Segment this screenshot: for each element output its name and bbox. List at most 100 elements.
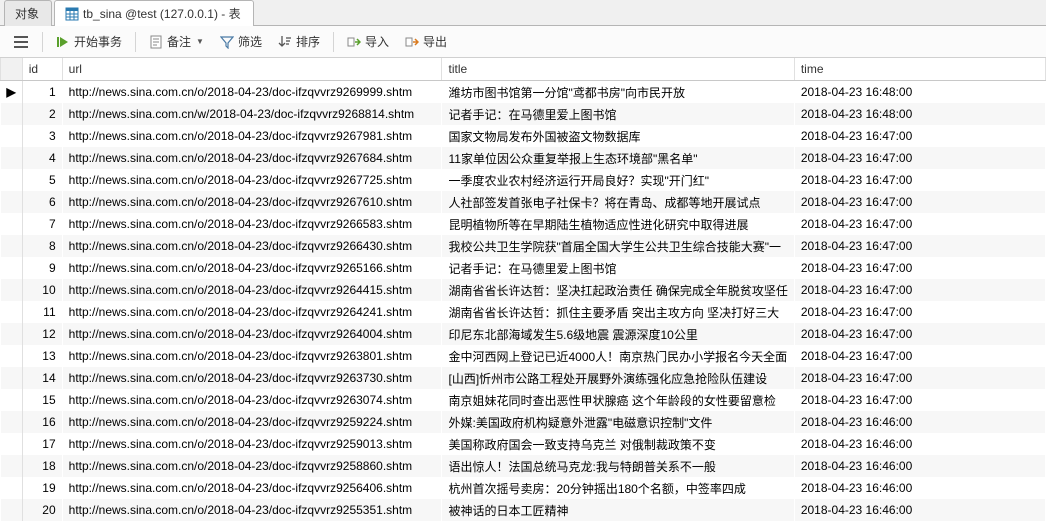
cell-url[interactable]: http://news.sina.com.cn/o/2018-04-23/doc… [62, 125, 442, 147]
cell-id[interactable]: 1 [22, 81, 62, 104]
tab-table-sina[interactable]: tb_sina @test (127.0.0.1) - 表 [54, 0, 254, 26]
cell-id[interactable]: 9 [22, 257, 62, 279]
row-selector[interactable] [1, 279, 23, 301]
cell-id[interactable]: 12 [22, 323, 62, 345]
cell-url[interactable]: http://news.sina.com.cn/o/2018-04-23/doc… [62, 477, 442, 499]
cell-title[interactable]: 11家单位因公众重复举报上生态环境部"黑名单" [442, 147, 794, 169]
cell-url[interactable]: http://news.sina.com.cn/o/2018-04-23/doc… [62, 345, 442, 367]
row-selector[interactable] [1, 213, 23, 235]
cell-time[interactable]: 2018-04-23 16:46:00 [794, 499, 1045, 521]
table-row[interactable]: 19http://news.sina.com.cn/o/2018-04-23/d… [1, 477, 1046, 499]
row-selector[interactable] [1, 191, 23, 213]
row-selector[interactable] [1, 455, 23, 477]
cell-url[interactable]: http://news.sina.com.cn/o/2018-04-23/doc… [62, 389, 442, 411]
cell-title[interactable]: 记者手记：在马德里爱上图书馆 [442, 103, 794, 125]
cell-id[interactable]: 17 [22, 433, 62, 455]
table-row[interactable]: 16http://news.sina.com.cn/o/2018-04-23/d… [1, 411, 1046, 433]
cell-id[interactable]: 7 [22, 213, 62, 235]
cell-id[interactable]: 20 [22, 499, 62, 521]
cell-id[interactable]: 16 [22, 411, 62, 433]
row-selector[interactable] [1, 345, 23, 367]
cell-id[interactable]: 6 [22, 191, 62, 213]
table-row[interactable]: 7http://news.sina.com.cn/o/2018-04-23/do… [1, 213, 1046, 235]
table-row[interactable]: 3http://news.sina.com.cn/o/2018-04-23/do… [1, 125, 1046, 147]
start-transaction-button[interactable]: 开始事务 [49, 29, 129, 54]
cell-url[interactable]: http://news.sina.com.cn/w/2018-04-23/doc… [62, 103, 442, 125]
row-selector[interactable] [1, 433, 23, 455]
row-selector[interactable] [1, 389, 23, 411]
cell-title[interactable]: 人社部签发首张电子社保卡？将在青岛、成都等地开展试点 [442, 191, 794, 213]
cell-id[interactable]: 11 [22, 301, 62, 323]
row-selector[interactable] [1, 257, 23, 279]
cell-time[interactable]: 2018-04-23 16:47:00 [794, 235, 1045, 257]
row-selector[interactable] [1, 323, 23, 345]
cell-url[interactable]: http://news.sina.com.cn/o/2018-04-23/doc… [62, 433, 442, 455]
cell-time[interactable]: 2018-04-23 16:46:00 [794, 477, 1045, 499]
cell-title[interactable]: 一季度农业农村经济运行开局良好？实现"开门红" [442, 169, 794, 191]
cell-id[interactable]: 19 [22, 477, 62, 499]
cell-title[interactable]: 我校公共卫生学院获"首届全国大学生公共卫生综合技能大赛"一 [442, 235, 794, 257]
cell-id[interactable]: 10 [22, 279, 62, 301]
cell-time[interactable]: 2018-04-23 16:47:00 [794, 323, 1045, 345]
cell-title[interactable]: [山西]忻州市公路工程处开展野外演练强化应急抢险队伍建设 [442, 367, 794, 389]
cell-url[interactable]: http://news.sina.com.cn/o/2018-04-23/doc… [62, 323, 442, 345]
table-row[interactable]: 14http://news.sina.com.cn/o/2018-04-23/d… [1, 367, 1046, 389]
sort-button[interactable]: 排序 [271, 29, 327, 54]
table-row[interactable]: 11http://news.sina.com.cn/o/2018-04-23/d… [1, 301, 1046, 323]
row-selector[interactable] [1, 477, 23, 499]
cell-url[interactable]: http://news.sina.com.cn/o/2018-04-23/doc… [62, 169, 442, 191]
table-row[interactable]: 2http://news.sina.com.cn/w/2018-04-23/do… [1, 103, 1046, 125]
cell-time[interactable]: 2018-04-23 16:47:00 [794, 191, 1045, 213]
cell-url[interactable]: http://news.sina.com.cn/o/2018-04-23/doc… [62, 367, 442, 389]
cell-title[interactable]: 昆明植物所等在早期陆生植物适应性进化研究中取得进展 [442, 213, 794, 235]
cell-time[interactable]: 2018-04-23 16:47:00 [794, 389, 1045, 411]
data-grid[interactable]: id url title time ▶1http://news.sina.com… [0, 58, 1046, 521]
cell-url[interactable]: http://news.sina.com.cn/o/2018-04-23/doc… [62, 455, 442, 477]
cell-id[interactable]: 3 [22, 125, 62, 147]
cell-url[interactable]: http://news.sina.com.cn/o/2018-04-23/doc… [62, 279, 442, 301]
row-selector[interactable] [1, 147, 23, 169]
cell-title[interactable]: 印尼东北部海域发生5.6级地震 震源深度10公里 [442, 323, 794, 345]
export-button[interactable]: 导出 [398, 29, 454, 54]
row-selector[interactable] [1, 125, 23, 147]
table-row[interactable]: 8http://news.sina.com.cn/o/2018-04-23/do… [1, 235, 1046, 257]
cell-time[interactable]: 2018-04-23 16:47:00 [794, 257, 1045, 279]
cell-title[interactable]: 湖南省省长许达哲：坚决扛起政治责任 确保完成全年脱贫攻坚任 [442, 279, 794, 301]
cell-time[interactable]: 2018-04-23 16:47:00 [794, 147, 1045, 169]
cell-url[interactable]: http://news.sina.com.cn/o/2018-04-23/doc… [62, 411, 442, 433]
tab-objects[interactable]: 对象 [4, 0, 52, 26]
cell-title[interactable]: 语出惊人！法国总统马克龙:我与特朗普关系不一般 [442, 455, 794, 477]
row-selector[interactable] [1, 103, 23, 125]
cell-title[interactable]: 外媒:美国政府机构疑意外泄露"电磁意识控制"文件 [442, 411, 794, 433]
cell-id[interactable]: 15 [22, 389, 62, 411]
cell-time[interactable]: 2018-04-23 16:46:00 [794, 455, 1045, 477]
table-row[interactable]: ▶1http://news.sina.com.cn/o/2018-04-23/d… [1, 81, 1046, 104]
table-row[interactable]: 13http://news.sina.com.cn/o/2018-04-23/d… [1, 345, 1046, 367]
cell-url[interactable]: http://news.sina.com.cn/o/2018-04-23/doc… [62, 257, 442, 279]
table-row[interactable]: 18http://news.sina.com.cn/o/2018-04-23/d… [1, 455, 1046, 477]
table-row[interactable]: 4http://news.sina.com.cn/o/2018-04-23/do… [1, 147, 1046, 169]
cell-title[interactable]: 金中河西网上登记已近4000人！南京热门民办小学报名今天全面 [442, 345, 794, 367]
cell-id[interactable]: 8 [22, 235, 62, 257]
cell-time[interactable]: 2018-04-23 16:47:00 [794, 169, 1045, 191]
table-row[interactable]: 17http://news.sina.com.cn/o/2018-04-23/d… [1, 433, 1046, 455]
cell-url[interactable]: http://news.sina.com.cn/o/2018-04-23/doc… [62, 191, 442, 213]
memo-button[interactable]: 备注 ▼ [142, 29, 211, 54]
cell-time[interactable]: 2018-04-23 16:47:00 [794, 345, 1045, 367]
table-row[interactable]: 9http://news.sina.com.cn/o/2018-04-23/do… [1, 257, 1046, 279]
filter-button[interactable]: 筛选 [213, 29, 269, 54]
row-selector-header[interactable] [1, 58, 23, 81]
menu-button[interactable] [6, 31, 36, 53]
cell-title[interactable]: 记者手记：在马德里爱上图书馆 [442, 257, 794, 279]
row-selector[interactable] [1, 301, 23, 323]
row-selector[interactable] [1, 499, 23, 521]
cell-time[interactable]: 2018-04-23 16:47:00 [794, 367, 1045, 389]
cell-title[interactable]: 南京姐妹花同时查出恶性甲状腺癌 这个年龄段的女性要留意检 [442, 389, 794, 411]
column-header-id[interactable]: id [22, 58, 62, 81]
cell-time[interactable]: 2018-04-23 16:47:00 [794, 125, 1045, 147]
cell-url[interactable]: http://news.sina.com.cn/o/2018-04-23/doc… [62, 499, 442, 521]
cell-url[interactable]: http://news.sina.com.cn/o/2018-04-23/doc… [62, 235, 442, 257]
cell-time[interactable]: 2018-04-23 16:46:00 [794, 433, 1045, 455]
cell-url[interactable]: http://news.sina.com.cn/o/2018-04-23/doc… [62, 301, 442, 323]
table-row[interactable]: 20http://news.sina.com.cn/o/2018-04-23/d… [1, 499, 1046, 521]
